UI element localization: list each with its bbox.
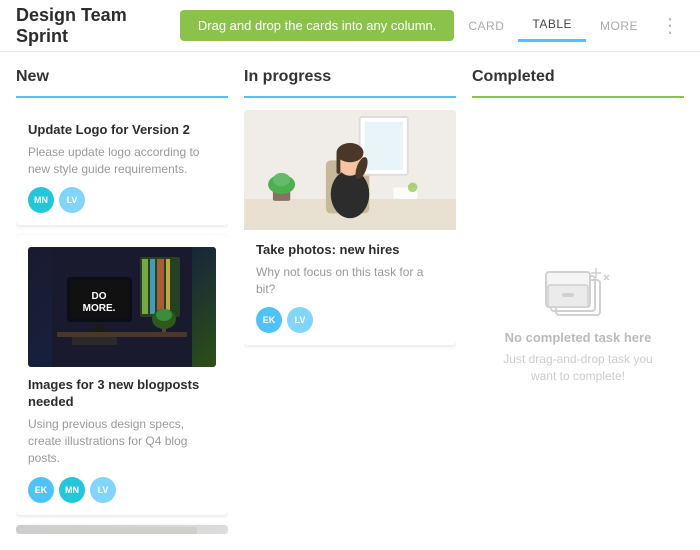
toast-banner: Drag and drop the cards into any column. xyxy=(180,10,454,41)
page-title: Design Team Sprint xyxy=(16,5,164,47)
column-inprogress: In progress xyxy=(244,68,456,534)
desk-image-placeholder: DO MORE. xyxy=(28,247,216,367)
card-title: Update Logo for Version 2 xyxy=(28,122,216,139)
empty-state-completed: No completed task here Just drag-and-dro… xyxy=(472,110,684,534)
card-avatars: EK LV xyxy=(256,307,444,333)
card-description: Why not focus on this task for a bit? xyxy=(256,264,444,298)
column-new-cards: Update Logo for Version 2 Please update … xyxy=(16,110,228,534)
empty-state-description: Just drag-and-drop task you want to comp… xyxy=(492,351,664,385)
more-options-button[interactable]: ⋮ xyxy=(656,13,684,38)
avatar-ek: EK xyxy=(28,477,54,503)
card-description: Please update logo according to new styl… xyxy=(28,144,216,178)
avatar-lv: LV xyxy=(90,477,116,503)
card-blogposts[interactable]: DO MORE. xyxy=(16,235,228,514)
card-keyboard[interactable] xyxy=(16,525,228,534)
column-completed-cards: No completed task here Just drag-and-dro… xyxy=(472,110,684,534)
card-description: Using previous design specs, create illu… xyxy=(28,416,216,466)
tab-card[interactable]: CARD xyxy=(454,11,518,41)
column-new-header: New xyxy=(16,68,228,98)
card-title: Images for 3 new blogposts needed xyxy=(28,377,216,411)
column-completed-header: Completed xyxy=(472,68,684,98)
card-image-desk: DO MORE. xyxy=(28,247,216,367)
avatar-mn: MN xyxy=(28,187,54,213)
column-completed: Completed xyxy=(472,68,684,534)
card-avatars: EK MN LV xyxy=(28,477,216,503)
column-inprogress-header: In progress xyxy=(244,68,456,98)
svg-text:DO: DO xyxy=(92,291,107,302)
card-avatars: MN LV xyxy=(28,187,216,213)
card-photos-new-hires[interactable]: Take photos: new hires Why not focus on … xyxy=(244,110,456,345)
empty-state-icon xyxy=(538,260,618,330)
card-image-person xyxy=(244,110,456,230)
card-update-logo[interactable]: Update Logo for Version 2 Please update … xyxy=(16,110,228,225)
card-title: Take photos: new hires xyxy=(256,242,444,259)
empty-state-title: No completed task here xyxy=(505,330,652,345)
svg-text:MORE.: MORE. xyxy=(83,303,116,314)
kanban-board: New Update Logo for Version 2 Please upd… xyxy=(0,52,700,550)
nav-tabs: CARD TABLE MORE xyxy=(454,9,652,42)
avatar-lv: LV xyxy=(59,187,85,213)
avatar-mn: MN xyxy=(59,477,85,503)
avatar-ek: EK xyxy=(256,307,282,333)
column-inprogress-cards: Take photos: new hires Why not focus on … xyxy=(244,110,456,534)
column-new: New Update Logo for Version 2 Please upd… xyxy=(16,68,228,534)
card-body: Take photos: new hires Why not focus on … xyxy=(244,230,456,345)
avatar-lv: LV xyxy=(287,307,313,333)
app-header: Design Team Sprint Drag and drop the car… xyxy=(0,0,700,52)
card-image-keyboard xyxy=(16,525,228,534)
tab-table[interactable]: TABLE xyxy=(518,9,586,42)
tab-more[interactable]: MORE xyxy=(586,11,652,41)
